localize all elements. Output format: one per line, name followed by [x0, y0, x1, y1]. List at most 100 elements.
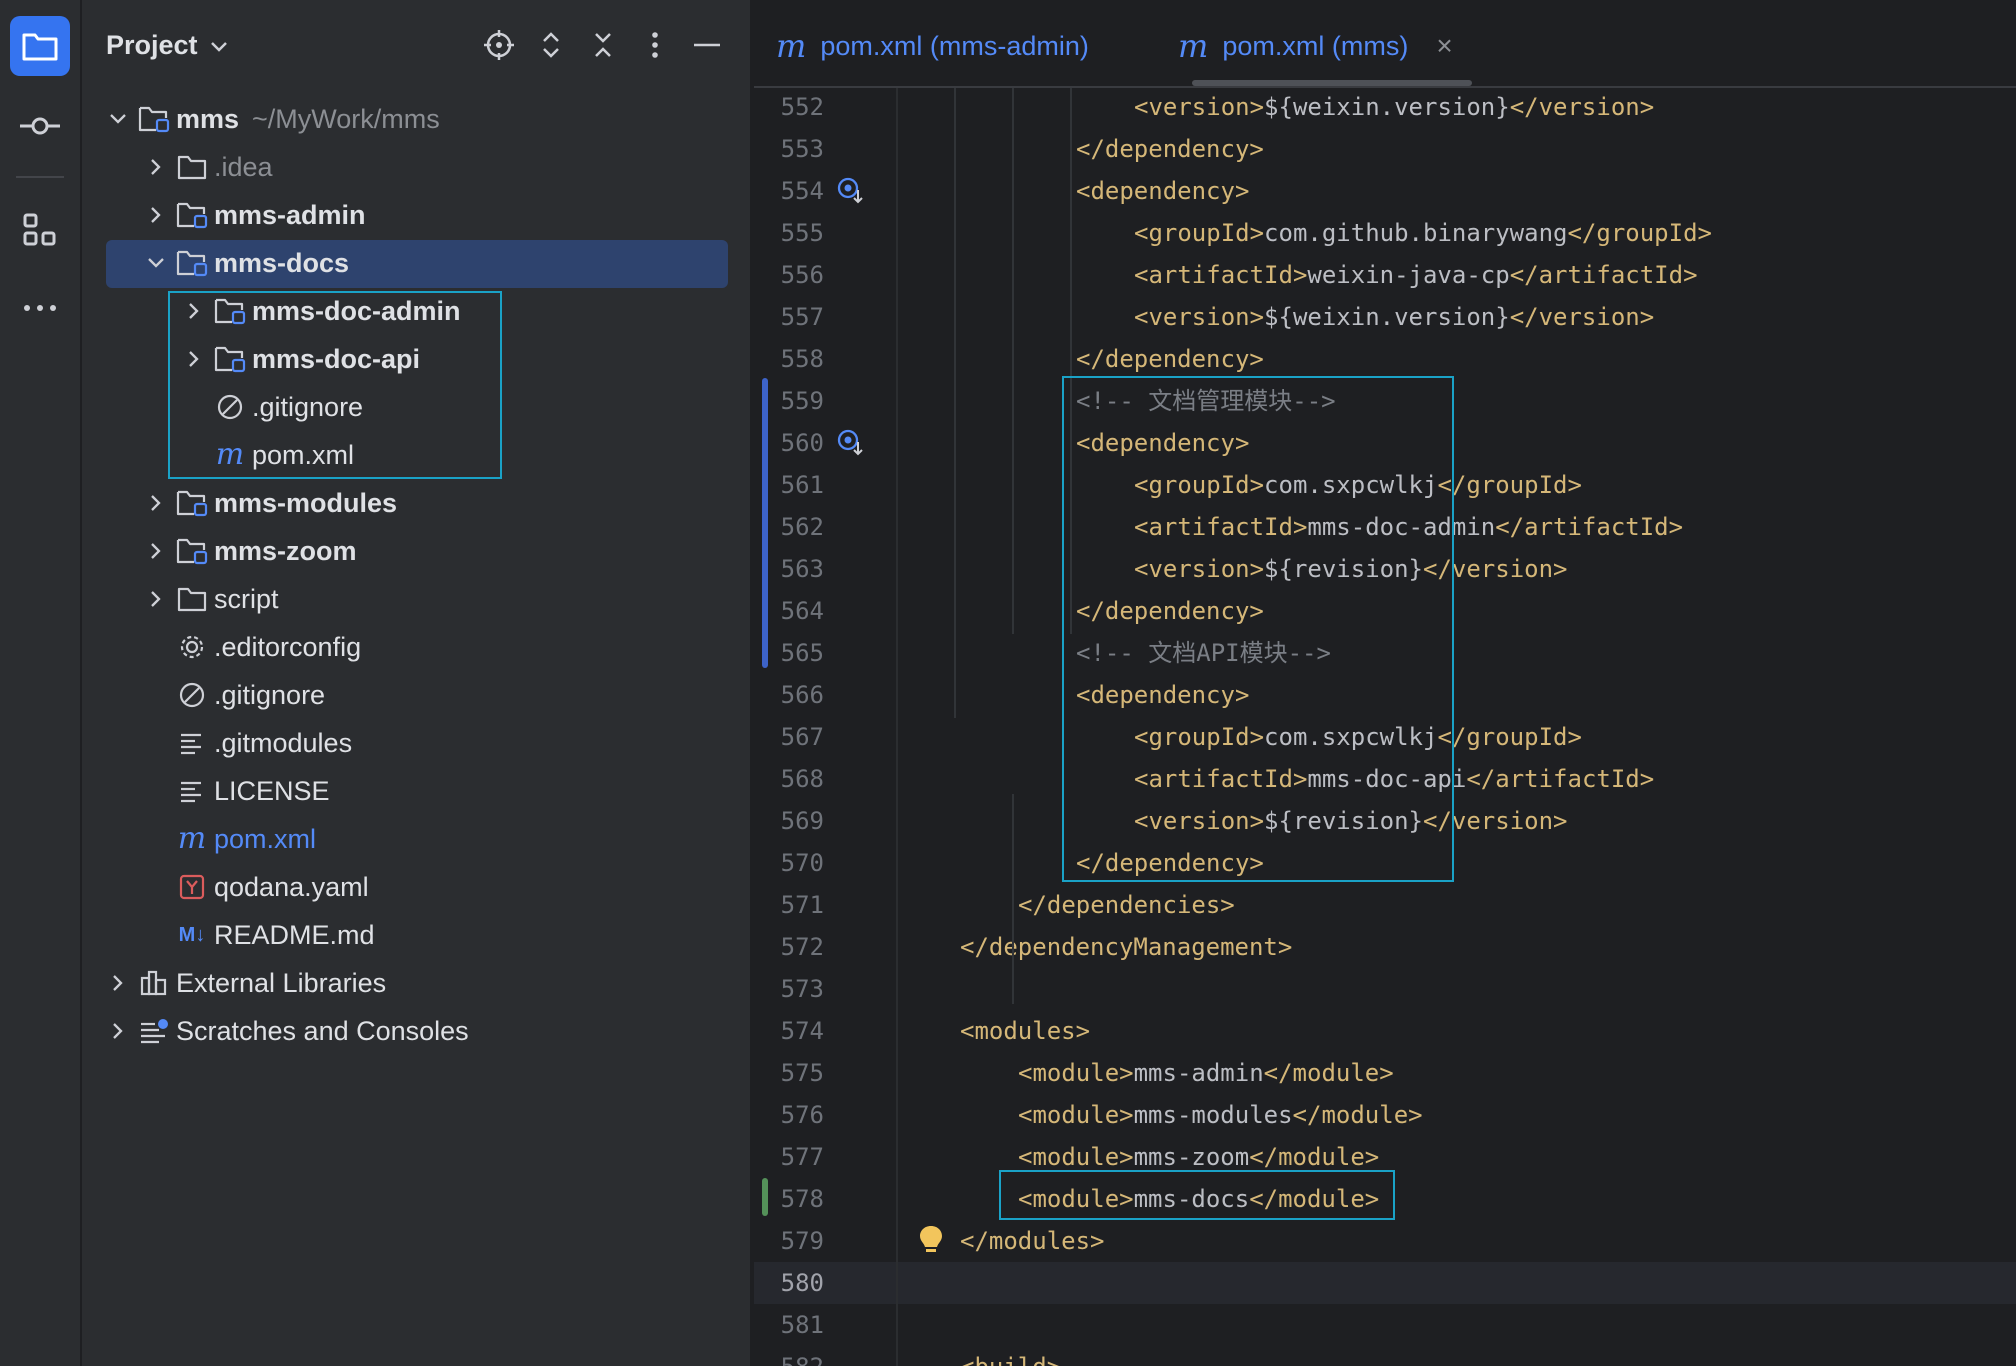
collapse-all-icon [595, 33, 611, 57]
code-text: <artifactId>weixin-java-cp</artifactId> [1134, 254, 1698, 296]
module-folder-icon [176, 487, 208, 519]
chevron-right-icon[interactable] [106, 1019, 130, 1043]
tree-item-label: .gitignore [214, 679, 326, 710]
tree-item-pom[interactable]: m pom.xml [82, 816, 752, 862]
collapse-all-button[interactable] [586, 28, 620, 62]
tree-item-scratches[interactable]: Scratches and Consoles [82, 1008, 752, 1054]
hide-panel-button[interactable] [690, 28, 724, 62]
code-line: 558 </dependency> [754, 338, 2016, 380]
tree-item-mms-modules[interactable]: mms-modules [82, 480, 752, 526]
chevron-right-icon[interactable] [144, 155, 168, 179]
lightbulb-icon[interactable] [918, 1224, 948, 1254]
module-folder-icon [176, 199, 208, 231]
tree-item-label: .editorconfig [214, 631, 362, 662]
xml-tag: </artifactId> [1509, 261, 1698, 289]
line-number: 574 [780, 1017, 824, 1045]
activity-separator [16, 176, 64, 178]
gear-icon [176, 631, 208, 663]
chevron-right-icon[interactable] [106, 971, 130, 995]
overrides-gutter-icon[interactable] [836, 176, 866, 206]
xml-tag: </artifactId> [1495, 513, 1684, 541]
project-tool-button[interactable] [10, 16, 70, 76]
tree-item-script[interactable]: script [82, 576, 752, 622]
code-text: </dependency> [1076, 128, 1264, 170]
code-text: <build> [960, 1346, 1061, 1366]
tree-item-gitignore[interactable]: .gitignore [82, 672, 752, 718]
modified-change-bar [762, 378, 768, 668]
overrides-gutter-icon[interactable] [836, 428, 866, 458]
tree-item-label: External Libraries [176, 967, 387, 998]
project-header: Project [82, 0, 752, 90]
code-text: </dependency> [1076, 338, 1264, 380]
maven-icon: m [776, 27, 807, 65]
tab-pom-mms[interactable]: m pom.xml (mms) × [1178, 26, 1453, 66]
locate-button[interactable] [482, 28, 516, 62]
tree-item-mms-admin[interactable]: mms-admin [82, 192, 752, 238]
tree-item-gitmodules[interactable]: .gitmodules [82, 720, 752, 766]
expand-all-icon [543, 32, 559, 58]
tree-item-mms-docs[interactable]: mms-docs [82, 240, 752, 286]
commit-tool-button[interactable] [10, 96, 70, 156]
tab-pom-mms-admin[interactable]: m pom.xml (mms-admin) [776, 26, 1089, 66]
chevron-down-icon[interactable] [144, 251, 168, 275]
tree-item-license[interactable]: LICENSE [82, 768, 752, 814]
xml-tag: </dependency> [1076, 345, 1264, 373]
xml-tag: <artifactId> [1134, 261, 1308, 289]
xml-tag: </module> [1249, 1143, 1380, 1171]
line-number: 569 [780, 807, 824, 835]
tree-item-ext-libs[interactable]: External Libraries [82, 960, 752, 1006]
project-view-selector[interactable]: Project [106, 30, 228, 61]
xml-tag: </modules> [960, 1227, 1105, 1255]
code-line: 581 [754, 1304, 2016, 1346]
structure-icon [23, 213, 56, 246]
module-folder-icon [176, 535, 208, 567]
indent-guide [1012, 88, 1014, 634]
code-text: <module>mms-modules</module> [1018, 1094, 1423, 1136]
minimize-icon [694, 43, 720, 47]
chevron-down-icon[interactable] [106, 107, 130, 131]
tree-item-qodana[interactable]: qodana.yaml [82, 864, 752, 910]
locate-icon [484, 30, 514, 60]
line-number: 570 [780, 849, 824, 877]
line-number: 554 [780, 177, 824, 205]
code-line: 582 <build> [754, 1346, 2016, 1366]
added-change-bar [762, 1178, 768, 1216]
highlight-box-doc-dependencies [1062, 376, 1454, 882]
expand-all-button[interactable] [534, 28, 568, 62]
chevron-right-icon[interactable] [144, 539, 168, 563]
options-button[interactable] [638, 28, 672, 62]
chevron-right-icon[interactable] [144, 587, 168, 611]
chevron-right-icon[interactable] [144, 491, 168, 515]
tree-item-label: pom.xml [214, 823, 317, 854]
tree-item-label: mms-zoom [214, 535, 357, 566]
code-line: 556 <artifactId>weixin-java-cp</artifactI… [754, 254, 2016, 296]
code-editor[interactable]: 552 <version>${weixin.version}</version> 5… [754, 88, 2016, 1366]
folder-icon [176, 151, 208, 183]
line-number: 572 [780, 933, 824, 961]
tab-label: pom.xml (mms) [1222, 30, 1409, 61]
code-line: 555 <groupId>com.github.binarywang</group… [754, 212, 2016, 254]
xml-tag: </artifactId> [1466, 765, 1655, 793]
code-text: </dependencyManagement> [960, 926, 1292, 968]
tree-item-label: .idea [214, 151, 273, 182]
tree-item-idea[interactable]: .idea [82, 144, 752, 190]
tree-item-mms[interactable]: mms ~/MyWork/mms [82, 96, 752, 142]
code-text: </modules> [960, 1220, 1105, 1262]
tab-label: pom.xml (mms-admin) [820, 30, 1089, 61]
tree-item-label: .gitmodules [214, 727, 353, 758]
folder-icon [176, 583, 208, 615]
tree-item-readme[interactable]: M↓ README.md [82, 912, 752, 958]
tree-item-mms-zoom[interactable]: mms-zoom [82, 528, 752, 574]
code-line: 571 </dependencies> [754, 884, 2016, 926]
close-tab-button[interactable]: × [1436, 30, 1452, 62]
tree-item-editorconfig[interactable]: .editorconfig [82, 624, 752, 670]
more-tools-button[interactable] [10, 278, 70, 338]
chevron-right-icon[interactable] [144, 203, 168, 227]
structure-tool-button[interactable] [10, 200, 70, 260]
line-number: 575 [780, 1059, 824, 1087]
commit-icon [20, 117, 60, 135]
code-line: 572 </dependencyManagement> [754, 926, 2016, 968]
line-number: 552 [780, 93, 824, 121]
xml-tag: <module> [1018, 1101, 1134, 1129]
line-number: 582 [754, 1346, 824, 1366]
